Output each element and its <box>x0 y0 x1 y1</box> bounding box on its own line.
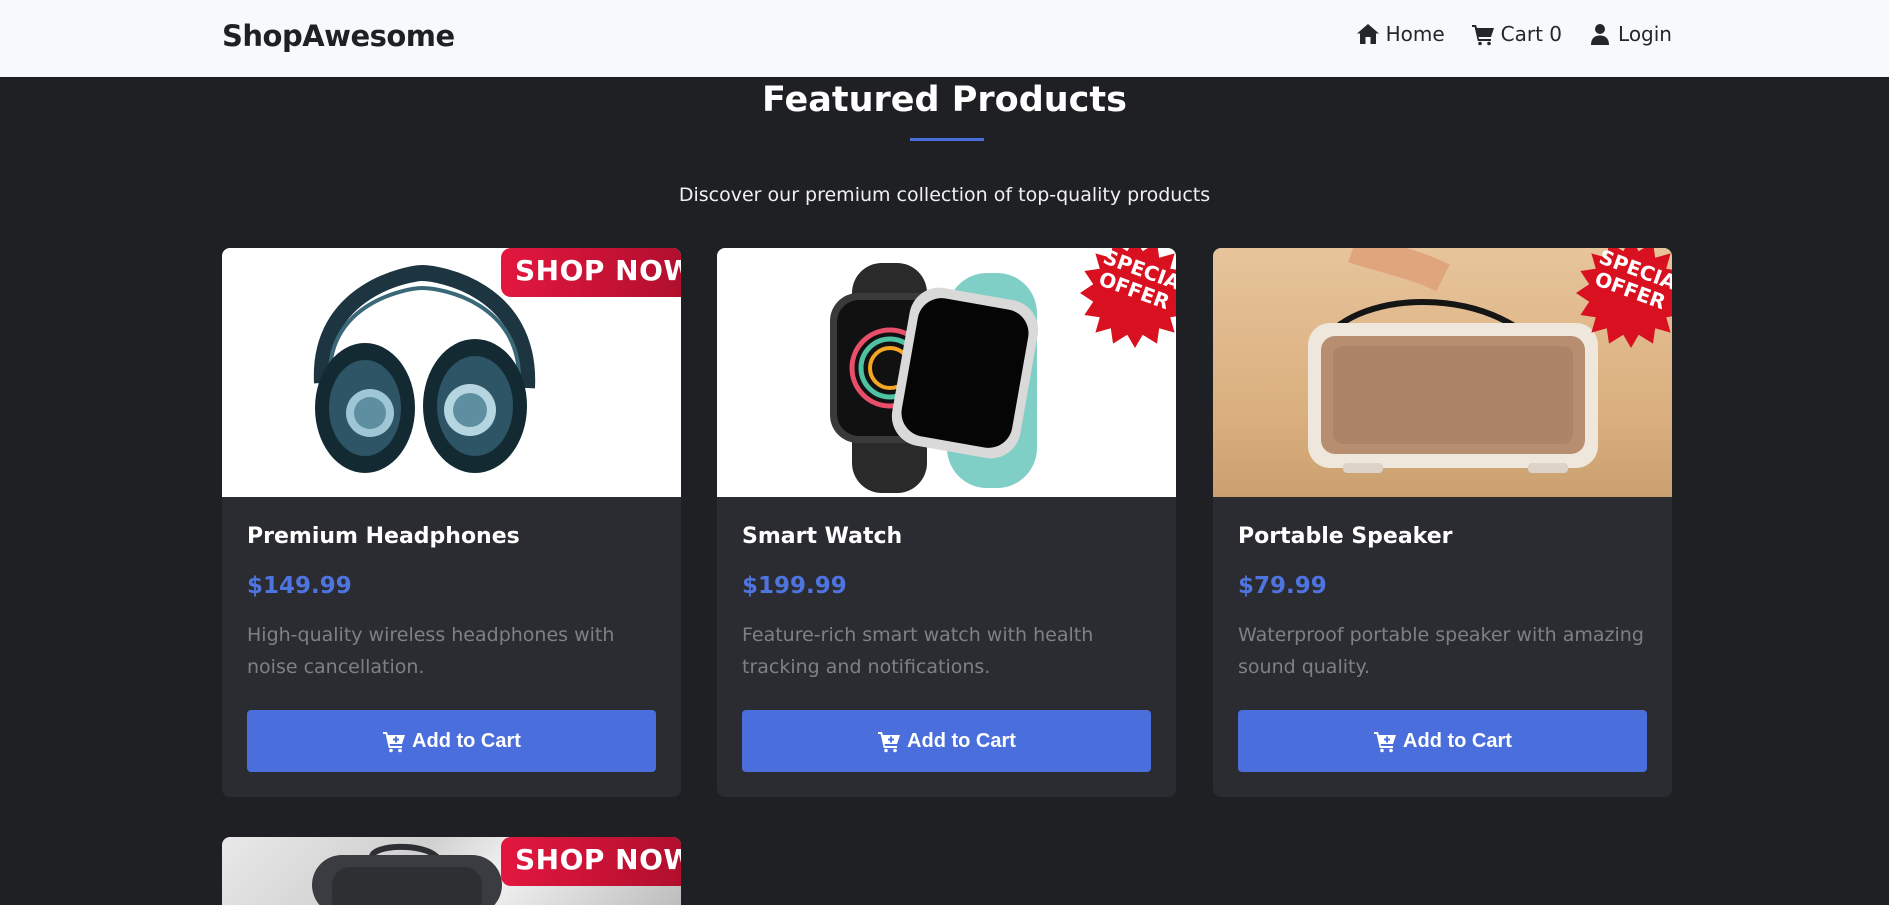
add-to-cart-label: Add to Cart <box>907 729 1016 752</box>
cart-plus-icon <box>878 732 901 753</box>
cart-plus-icon <box>1374 732 1397 753</box>
special-offer-badge: SPECIAL OFFER <box>1080 248 1176 348</box>
add-to-cart-button[interactable]: Add to Cart <box>742 710 1151 772</box>
user-icon <box>1591 24 1610 45</box>
product-price: $79.99 <box>1238 573 1327 599</box>
nav-cart-label: Cart 0 <box>1500 22 1563 46</box>
product-image[interactable]: SPECIAL OFFER <box>717 248 1176 497</box>
shop-now-badge: SHOP NOW <box>501 248 681 297</box>
add-to-cart-label: Add to Cart <box>412 729 521 752</box>
shop-now-badge: SHOP NOW <box>501 837 681 886</box>
product-description: High-quality wireless headphones with no… <box>247 624 615 678</box>
nav-home-link[interactable]: Home <box>1356 22 1445 46</box>
cart-plus-icon <box>383 732 406 753</box>
nav-cart-link[interactable]: Cart 0 <box>1471 22 1562 46</box>
product-card: SHOP NOW Premium Headphones $149.99 High… <box>222 248 681 797</box>
top-navbar: ShopAwesome Home Cart 0 Login <box>0 0 1889 77</box>
product-card: SPECIAL OFFER Smart Watch $199.99 Featur… <box>717 248 1176 797</box>
product-name[interactable]: Smart Watch <box>742 524 1151 554</box>
special-offer-badge: SPECIAL OFFER <box>1576 248 1672 348</box>
add-to-cart-label: Add to Cart <box>1403 729 1512 752</box>
section-subtitle: Discover our premium collection of top-q… <box>678 184 1211 206</box>
nav-home-label: Home <box>1385 22 1445 46</box>
add-to-cart-button[interactable]: Add to Cart <box>247 710 656 772</box>
nav-login-link[interactable]: Login <box>1588 22 1672 46</box>
card-body: Smart Watch $199.99 Feature-rich smart w… <box>717 497 1176 797</box>
product-price: $199.99 <box>742 573 847 599</box>
product-name[interactable]: Premium Headphones <box>247 524 656 554</box>
title-underline <box>910 138 984 141</box>
product-image[interactable]: SPECIAL OFFER <box>1213 248 1672 497</box>
product-card: SHOP NOW <box>222 837 681 905</box>
product-name[interactable]: Portable Speaker <box>1238 524 1647 554</box>
section-title: Featured Products <box>762 80 1127 120</box>
product-image[interactable]: SHOP NOW <box>222 837 681 905</box>
card-body: Portable Speaker $79.99 Waterproof porta… <box>1213 497 1672 797</box>
product-description: Feature-rich smart watch with health tra… <box>742 624 1094 678</box>
card-body: Premium Headphones $149.99 High-quality … <box>222 497 681 797</box>
add-to-cart-button[interactable]: Add to Cart <box>1238 710 1647 772</box>
product-price: $149.99 <box>247 573 352 599</box>
home-icon <box>1356 24 1379 44</box>
nav-links: Home Cart 0 Login <box>1356 22 1672 46</box>
product-image[interactable]: SHOP NOW <box>222 248 681 497</box>
cart-icon <box>1471 25 1494 46</box>
product-card: SPECIAL OFFER Portable Speaker $79.99 Wa… <box>1213 248 1672 797</box>
nav-login-label: Login <box>1618 22 1672 46</box>
brand-logo[interactable]: ShopAwesome <box>222 19 455 53</box>
product-description: Waterproof portable speaker with amazing… <box>1238 624 1644 678</box>
